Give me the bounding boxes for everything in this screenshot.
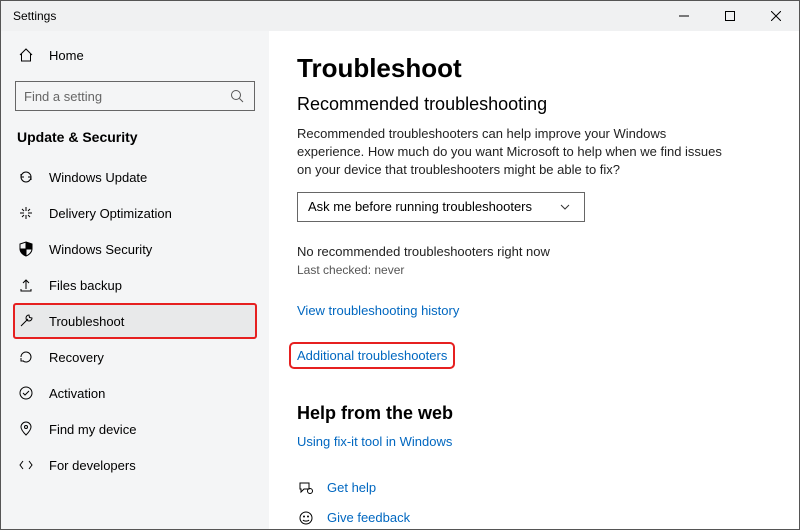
description-text: Recommended troubleshooters can help imp… [297, 125, 737, 180]
feedback-icon [297, 509, 315, 527]
sidebar-item-for-developers[interactable]: For developers [1, 447, 269, 483]
search-field[interactable] [24, 89, 228, 104]
sidebar-item-find-my-device[interactable]: Find my device [1, 411, 269, 447]
maximize-button[interactable] [707, 1, 753, 31]
search-input[interactable] [15, 81, 255, 111]
sidebar-item-label: Recovery [49, 350, 104, 365]
sidebar-item-troubleshoot[interactable]: Troubleshoot [13, 303, 257, 339]
location-icon [17, 420, 35, 438]
sidebar-item-delivery-optimization[interactable]: Delivery Optimization [1, 195, 269, 231]
sidebar-item-windows-security[interactable]: Windows Security [1, 231, 269, 267]
troubleshoot-dropdown[interactable]: Ask me before running troubleshooters [297, 192, 585, 222]
sidebar-item-label: For developers [49, 458, 136, 473]
link-give-feedback[interactable]: Give feedback [327, 510, 410, 525]
sidebar-item-label: Find my device [49, 422, 136, 437]
titlebar: Settings [1, 1, 799, 31]
sidebar-item-windows-update[interactable]: Windows Update [1, 159, 269, 195]
home-label: Home [49, 48, 84, 63]
sync-icon [17, 168, 35, 186]
status-text: No recommended troubleshooters right now [297, 244, 771, 259]
recovery-icon [17, 348, 35, 366]
sidebar-item-label: Windows Update [49, 170, 147, 185]
sidebar-item-label: Troubleshoot [49, 314, 124, 329]
chevron-down-icon [556, 198, 574, 216]
minimize-button[interactable] [661, 1, 707, 31]
sidebar-item-label: Activation [49, 386, 105, 401]
shield-icon [17, 240, 35, 258]
home-nav[interactable]: Home [1, 37, 269, 73]
sidebar-item-label: Windows Security [49, 242, 152, 257]
search-icon [228, 87, 246, 105]
section-subtitle: Recommended troubleshooting [297, 94, 771, 115]
developer-icon [17, 456, 35, 474]
close-button[interactable] [753, 1, 799, 31]
check-circle-icon [17, 384, 35, 402]
sidebar-item-recovery[interactable]: Recovery [1, 339, 269, 375]
sidebar-item-label: Delivery Optimization [49, 206, 172, 221]
sidebar-item-files-backup[interactable]: Files backup [1, 267, 269, 303]
wrench-icon [17, 312, 35, 330]
page-title: Troubleshoot [297, 53, 771, 84]
help-heading: Help from the web [297, 403, 771, 424]
window-title: Settings [1, 9, 56, 23]
link-additional-troubleshooters[interactable]: Additional troubleshooters [291, 344, 453, 367]
link-get-help[interactable]: Get help [327, 480, 376, 495]
backup-icon [17, 276, 35, 294]
sidebar-item-label: Files backup [49, 278, 122, 293]
get-help-icon [297, 479, 315, 497]
delivery-icon [17, 204, 35, 222]
section-title: Update & Security [1, 121, 269, 159]
link-fixit[interactable]: Using fix-it tool in Windows [297, 434, 452, 449]
sidebar: Home Update & Security Windows Update [1, 31, 269, 529]
link-troubleshoot-history[interactable]: View troubleshooting history [297, 303, 459, 318]
content-pane: Troubleshoot Recommended troubleshooting… [269, 31, 799, 529]
dropdown-value: Ask me before running troubleshooters [308, 199, 556, 214]
last-checked-text: Last checked: never [297, 263, 771, 277]
sidebar-item-activation[interactable]: Activation [1, 375, 269, 411]
home-icon [17, 46, 35, 64]
